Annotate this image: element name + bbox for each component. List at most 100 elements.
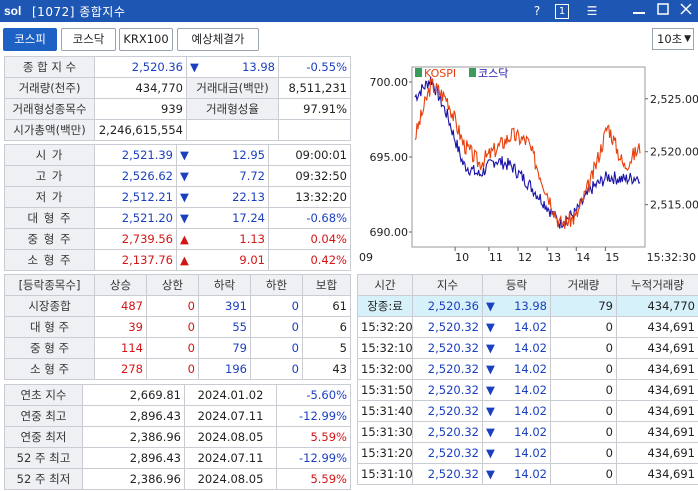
- count-cell: 6: [302, 316, 351, 338]
- price-row[interactable]: 소 형 주 2,137.76 ▲ 9.01 0.42%: [4, 249, 351, 271]
- traded-count-value: 939: [94, 98, 187, 120]
- table-row[interactable]: 연중 최고 2,896.43 2024.07.11 -12.99%: [4, 405, 351, 427]
- menu-icon[interactable]: ☰: [583, 2, 601, 20]
- row-label: 연중 최고: [4, 405, 83, 427]
- table-row[interactable]: 52 주 최고 2,896.43 2024.07.11 -12.99%: [4, 447, 351, 469]
- price-table: 시 가 2,521.39 ▼ 12.95 09:00:01 고 가 2,526.62 ▼ 7.7…: [4, 144, 351, 271]
- table-row[interactable]: 15:31:30 2,520.32 ▼ 14.02 0 434,691: [357, 421, 698, 443]
- tick-change-value: 14.02: [514, 446, 547, 460]
- yearly-value: 2,896.43: [82, 447, 185, 469]
- tick-time: 장종:료: [357, 295, 413, 317]
- price-row[interactable]: 저 가 2,512.21 ▼ 22.13 13:32:20: [4, 186, 351, 208]
- tab-expected-price[interactable]: 예상체결가: [177, 28, 259, 51]
- yearly-value: 2,896.43: [82, 405, 185, 427]
- summary-table: 종 합 지 수 2,520.36 ▼ 13.98 -0.55% 거래량(천주) 4…: [4, 56, 351, 141]
- table-row[interactable]: 15:32:00 2,520.32 ▼ 14.02 0 434,691: [357, 358, 698, 380]
- close-icon[interactable]: [677, 2, 695, 20]
- tick-index: 2,520.32: [412, 316, 483, 338]
- down-arrow-icon: ▼: [486, 425, 495, 439]
- table-row[interactable]: 15:31:40 2,520.32 ▼ 14.02 0 434,691: [357, 400, 698, 422]
- index-value: 2,520.36: [94, 56, 187, 78]
- price-label: 중 형 주: [4, 228, 95, 250]
- price-extra: 09:00:01: [268, 144, 351, 166]
- tick-cum-volume: 434,691: [616, 400, 698, 422]
- price-row[interactable]: 고 가 2,526.62 ▼ 7.72 09:32:50: [4, 165, 351, 187]
- table-row[interactable]: 15:32:20 2,520.32 ▼ 14.02 0 434,691: [357, 316, 698, 338]
- tick-change-value: 14.02: [514, 425, 547, 439]
- tick-cum-volume: 434,691: [616, 337, 698, 359]
- count-cell: 39: [94, 316, 147, 338]
- index-change-pct: -0.55%: [278, 56, 351, 78]
- table-row[interactable]: 52 주 최저 2,386.96 2024.08.05 5.59%: [4, 468, 351, 490]
- right-tick-label: 2,515.00: [650, 199, 698, 212]
- price-change-value: 9.01: [239, 253, 265, 267]
- table-row[interactable]: 시장종합 487 0 391 0 61: [4, 295, 351, 317]
- down-arrow-icon: ▼: [180, 148, 189, 162]
- legend-label: KOSPI: [424, 67, 456, 80]
- table-row[interactable]: 15:32:10 2,520.32 ▼ 14.02 0 434,691: [357, 337, 698, 359]
- price-label: 소 형 주: [4, 249, 95, 271]
- count-cell: 0: [146, 358, 199, 380]
- tick-index: 2,520.36: [412, 295, 483, 317]
- left-tick-label: 695.00: [370, 151, 409, 164]
- count-cell: 391: [198, 295, 251, 317]
- row-label: 중 형 주: [4, 337, 95, 359]
- maximize-icon[interactable]: [654, 2, 672, 20]
- count-cell: 43: [302, 358, 351, 380]
- traded-rate-value: 97.91%: [278, 98, 351, 120]
- yearly-pct: -12.99%: [276, 447, 351, 469]
- price-value: 2,526.62: [94, 165, 177, 187]
- yearly-table: 연초 지수 2,669.81 2024.01.02 -5.60% 연중 최고 2,896.…: [4, 384, 351, 490]
- price-label: 고 가: [4, 165, 95, 187]
- x-tick-label: 12: [518, 251, 532, 264]
- table-row[interactable]: 연중 최저 2,386.96 2024.08.05 5.59%: [4, 426, 351, 448]
- table-row[interactable]: 15:31:10 2,520.32 ▼ 14.02 0 434,691: [357, 463, 698, 485]
- interval-select[interactable]: 10초 ▼: [652, 28, 694, 50]
- tick-cum-volume: 434,691: [616, 358, 698, 380]
- tab-kosdaq[interactable]: 코스닥: [61, 28, 116, 51]
- tick-volume: 79: [550, 295, 617, 317]
- tab-kospi[interactable]: 코스피: [3, 28, 57, 51]
- tick-change: ▼ 14.02: [482, 442, 551, 464]
- tick-time: 15:31:30: [357, 421, 413, 443]
- table-row[interactable]: 소 형 주 278 0 196 0 43: [4, 358, 351, 380]
- price-label: 시 가: [4, 144, 95, 166]
- count-cell: 0: [250, 295, 303, 317]
- count-cell: 0: [146, 316, 199, 338]
- table-row[interactable]: 15:31:20 2,520.32 ▼ 14.02 0 434,691: [357, 442, 698, 464]
- link-number-icon[interactable]: 1: [555, 4, 569, 19]
- down-arrow-icon: ▼: [180, 169, 189, 183]
- table-row[interactable]: 장종:료 2,520.36 ▼ 13.98 79 434,770: [357, 295, 698, 317]
- minimize-icon[interactable]: [630, 2, 648, 20]
- volume-value: 434,770: [94, 77, 187, 99]
- count-cell: 487: [94, 295, 147, 317]
- row-label: 52 주 최저: [4, 468, 83, 490]
- header-cell: [등락종목수]: [4, 274, 95, 296]
- count-cell: 55: [198, 316, 251, 338]
- price-row[interactable]: 대 형 주 2,521.20 ▼ 17.24 -0.68%: [4, 207, 351, 229]
- market-cap-value: 2,246,615,554: [94, 119, 187, 141]
- help-icon[interactable]: ?: [528, 2, 546, 20]
- tick-change: ▼ 13.98: [482, 295, 551, 317]
- right-tick-label: 2,525.00: [650, 93, 698, 106]
- tab-krx100[interactable]: KRX100: [119, 28, 173, 51]
- tab-bar: 코스피 코스닥 KRX100 예상체결가 10초 ▼: [0, 24, 698, 54]
- tick-index: 2,520.32: [412, 337, 483, 359]
- table-row[interactable]: 대 형 주 39 0 55 0 6: [4, 316, 351, 338]
- tick-index: 2,520.32: [412, 358, 483, 380]
- table-row[interactable]: 15:31:50 2,520.32 ▼ 14.02 0 434,691: [357, 379, 698, 401]
- price-change-value: 17.24: [232, 211, 265, 225]
- price-row[interactable]: 시 가 2,521.39 ▼ 12.95 09:00:01: [4, 144, 351, 166]
- legend-label: 코스닥: [478, 67, 508, 80]
- price-label: 대 형 주: [4, 207, 95, 229]
- tick-volume: 0: [550, 400, 617, 422]
- tick-time: 15:31:40: [357, 400, 413, 422]
- price-row[interactable]: 중 형 주 2,739.56 ▲ 1.13 0.04%: [4, 228, 351, 250]
- price-change: ▼ 22.13: [176, 186, 269, 208]
- intraday-chart[interactable]: 700.00 695.00 690.00 2,525.00 2,520.00 2,515.…: [357, 57, 698, 264]
- table-row[interactable]: 연초 지수 2,669.81 2024.01.02 -5.60%: [4, 384, 351, 406]
- header-cell: 상승: [94, 274, 147, 296]
- count-cell: 278: [94, 358, 147, 380]
- table-row[interactable]: 중 형 주 114 0 79 0 5: [4, 337, 351, 359]
- x-tick-label: 11: [489, 251, 503, 264]
